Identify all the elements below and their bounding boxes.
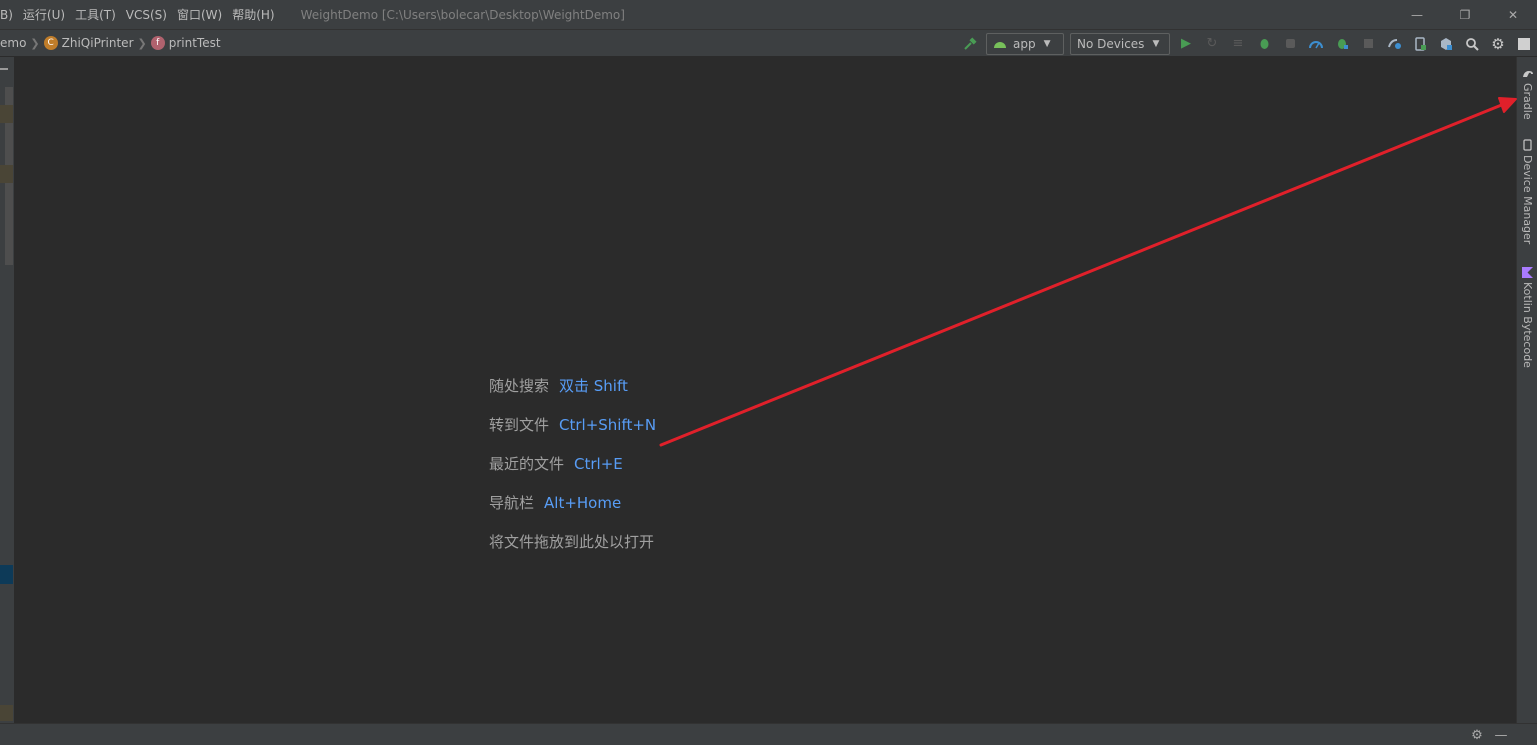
collapse-icon[interactable] (0, 68, 8, 70)
tool-tab-label: Device Manager (1521, 155, 1534, 245)
chevron-right-icon: ❯ (30, 36, 40, 50)
settings-gear-icon[interactable]: ⚙ (1465, 728, 1489, 743)
right-tool-strip: Gradle Device Manager Kotlin Bytecode (1516, 57, 1537, 723)
status-bar: ⚙ — (0, 723, 1537, 745)
window-controls: — ❐ ✕ (1393, 0, 1537, 29)
menu-help[interactable]: 帮助(H) (232, 6, 274, 23)
gutter-marker (0, 105, 13, 123)
tool-tab-device-manager[interactable]: Device Manager (1517, 139, 1537, 244)
function-icon: f (150, 36, 165, 50)
chevron-down-icon: ▼ (1152, 38, 1160, 49)
search-icon[interactable] (1459, 33, 1485, 55)
sync-gradle-icon[interactable] (1381, 33, 1407, 55)
tool-tab-label: Gradle (1521, 83, 1534, 120)
build-hammer-icon[interactable] (957, 33, 983, 55)
navigation-bar: emo ❯ C ZhiQiPrinter ❯ f printTest app ▼… (0, 29, 1537, 57)
breadcrumb-function[interactable]: printTest (169, 36, 221, 50)
menu-vcs[interactable]: VCS(S) (126, 8, 167, 22)
run-configuration-label: app (1013, 36, 1036, 51)
hint-label: 随处搜索 (489, 377, 550, 395)
drop-hint-label: 将文件拖放到此处以打开 (489, 533, 655, 551)
run-icon[interactable]: ▶ (1173, 33, 1199, 55)
status-icons: ⚙ — (1465, 724, 1513, 745)
device-manager-icon[interactable] (1407, 33, 1433, 55)
menu-window[interactable]: 窗口(W) (177, 6, 222, 23)
window-title: WeightDemo [C:\Users\bolecar\Desktop\Wei… (300, 7, 625, 22)
close-button[interactable]: ✕ (1489, 0, 1537, 29)
chevron-right-icon: ❯ (137, 36, 147, 50)
tool-tab-label: Kotlin Bytecode (1521, 282, 1534, 368)
hint-shortcut[interactable]: Ctrl+E (574, 455, 623, 473)
apply-code-changes-icon[interactable]: ≡ (1225, 33, 1251, 55)
stop-icon[interactable] (1355, 33, 1381, 55)
gutter-marker (0, 705, 13, 721)
chevron-down-icon: ▼ (1043, 38, 1051, 49)
menu-tools[interactable]: 工具(T) (75, 6, 116, 23)
hint-recent-files: 最近的文件 Ctrl+E (489, 453, 623, 474)
attach-debugger-icon[interactable] (1329, 33, 1355, 55)
breadcrumb-file[interactable]: ZhiQiPrinter (62, 36, 134, 50)
hint-shortcut[interactable]: Alt+Home (544, 494, 621, 512)
device-select[interactable]: No Devices ▼ (1070, 32, 1170, 55)
hint-drop-files: 将文件拖放到此处以打开 (489, 531, 654, 552)
device-label: No Devices (1077, 36, 1145, 51)
account-icon[interactable] (1511, 33, 1537, 55)
breadcrumb: emo ❯ C ZhiQiPrinter ❯ f printTest (0, 36, 221, 50)
breadcrumb-project[interactable]: emo (0, 36, 26, 50)
title-bar: B) 运行(U) 工具(T) VCS(S) 窗口(W) 帮助(H) Weight… (0, 0, 1537, 29)
gutter-marker (0, 165, 13, 183)
hint-search-everywhere: 随处搜索 双击 Shift (489, 375, 628, 396)
kotlin-class-icon: C (43, 36, 58, 50)
hint-shortcut[interactable]: Ctrl+Shift+N (559, 416, 656, 434)
run-configuration-select[interactable]: app ▼ (986, 32, 1064, 55)
menu-run[interactable]: 运行(U) (23, 6, 65, 23)
hint-label: 转到文件 (489, 416, 550, 434)
kotlin-icon (1522, 266, 1534, 278)
tool-tab-kotlin-bytecode[interactable]: Kotlin Bytecode (1517, 266, 1537, 368)
hint-label: 导航栏 (489, 494, 535, 512)
menu-build[interactable]: B) (0, 8, 13, 22)
editor-area[interactable] (14, 57, 1516, 723)
gradle-icon (1522, 67, 1534, 79)
hint-navigation-bar: 导航栏 Alt+Home (489, 492, 621, 513)
debug-icon[interactable] (1251, 33, 1277, 55)
tool-tab-gradle[interactable]: Gradle (1517, 67, 1537, 120)
left-gutter (0, 57, 14, 723)
settings-gear-icon[interactable]: ⚙ (1485, 33, 1511, 55)
selected-row-marker (0, 565, 13, 584)
hide-icon[interactable]: — (1489, 728, 1513, 743)
hint-shortcut[interactable]: 双击 Shift (559, 377, 628, 395)
hint-label: 最近的文件 (489, 455, 565, 473)
minimize-button[interactable]: — (1393, 0, 1441, 29)
apply-changes-icon[interactable]: ↻ (1199, 33, 1225, 55)
profiler-icon[interactable] (1303, 33, 1329, 55)
device-manager-icon (1522, 139, 1534, 151)
android-icon (994, 41, 1006, 48)
restore-button[interactable]: ❐ (1441, 0, 1489, 29)
hint-goto-file: 转到文件 Ctrl+Shift+N (489, 414, 656, 435)
main-toolbar: app ▼ No Devices ▼ ▶ ↻ ≡ ⚙ (957, 30, 1537, 57)
run-coverage-icon[interactable] (1277, 33, 1303, 55)
sdk-manager-icon[interactable] (1433, 33, 1459, 55)
